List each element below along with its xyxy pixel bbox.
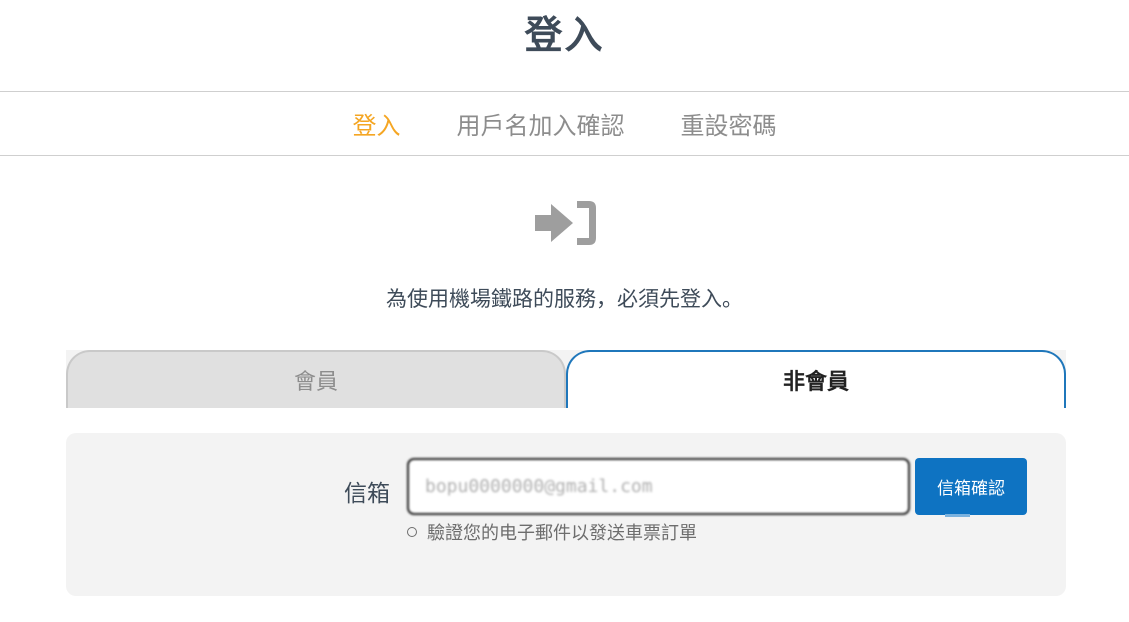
tab-username-confirm[interactable]: 用戶名加入確認 [457, 106, 625, 141]
tab-login[interactable]: 登入 [353, 106, 401, 141]
page-title: 登入 [524, 13, 605, 57]
tab-member[interactable]: 會員 [66, 350, 566, 408]
login-page: 登入 登入 用戶名加入確認 重設密碼 為使用機場鐵路的服務，必須先登入。 會員 … [0, 0, 1129, 622]
auth-tabs-bar: 登入 用戶名加入確認 重設密碼 [0, 91, 1129, 156]
email-hint: 驗證您的电子郵件以發送車票訂單 [407, 519, 697, 545]
tab-non-member[interactable]: 非會員 [566, 350, 1066, 408]
email-input[interactable] [407, 458, 910, 515]
circle-bullet-icon [407, 527, 417, 537]
email-label: 信箱 [344, 481, 390, 507]
email-form-panel: 信箱 信箱確認 驗證您的电子郵件以發送車票訂單 [66, 433, 1066, 596]
button-focus-indicator [945, 514, 970, 517]
verify-email-button[interactable]: 信箱確認 [915, 458, 1027, 515]
tab-reset-password[interactable]: 重設密碼 [681, 106, 777, 141]
email-hint-text: 驗證您的电子郵件以發送車票訂單 [427, 523, 697, 544]
sign-in-icon [535, 201, 596, 245]
login-notice: 為使用機場鐵路的服務，必須先登入。 [386, 287, 743, 311]
member-type-tabs: 會員 非會員 [66, 350, 1066, 408]
